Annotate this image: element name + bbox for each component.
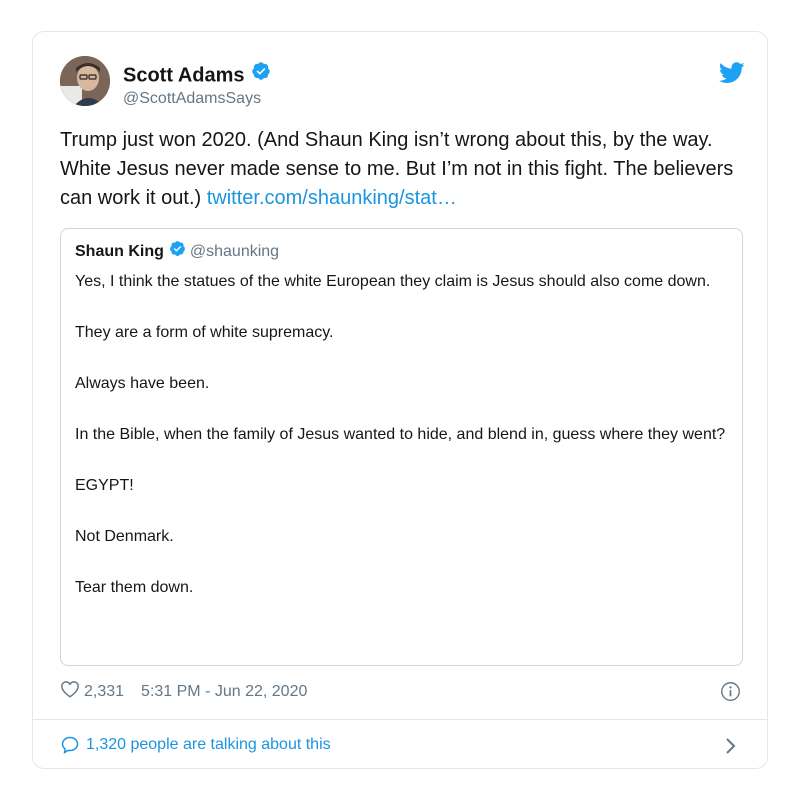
verified-badge-icon xyxy=(251,61,271,87)
quoted-paragraph: They are a form of white supremacy. xyxy=(75,324,334,341)
quoted-paragraph: Always have been. xyxy=(75,375,210,392)
quoted-paragraph: EGYPT! xyxy=(75,477,134,494)
heart-icon[interactable] xyxy=(60,680,80,703)
quoted-paragraph: In the Bible, when the family of Jesus w… xyxy=(75,426,726,443)
quoted-paragraph: Not Denmark. xyxy=(75,528,174,545)
quoted-tweet-header: Shaun King @shaunking xyxy=(75,241,279,263)
quoted-tweet-text: Yes, I think the statues of the white Eu… xyxy=(75,269,730,626)
tweet-timestamp[interactable]: 5:31 PM - Jun 22, 2020 xyxy=(141,683,307,701)
twitter-bird-icon[interactable] xyxy=(718,62,745,89)
divider xyxy=(33,719,767,720)
author-handle[interactable]: @ScottAdamsSays xyxy=(123,90,261,108)
verified-badge-icon xyxy=(169,240,186,262)
chevron-right-icon[interactable] xyxy=(725,737,737,760)
embedded-tweet-card: Scott Adams @ScottAdamsSays Trump just w… xyxy=(32,31,768,769)
quoted-paragraph: Tear them down. xyxy=(75,579,194,596)
avatar-image xyxy=(60,56,110,106)
avatar[interactable] xyxy=(60,56,110,106)
quoted-author-name[interactable]: Shaun King xyxy=(75,243,164,260)
author-name[interactable]: Scott Adams xyxy=(123,64,245,86)
quoted-paragraph: Yes, I think the statues of the white Eu… xyxy=(75,273,711,290)
quoted-tweet[interactable]: Shaun King @shaunking Yes, I think the st… xyxy=(60,228,743,666)
author-name-row[interactable]: Scott Adams xyxy=(123,61,271,89)
quoted-author-handle[interactable]: @shaunking xyxy=(190,243,279,260)
speech-bubble-icon xyxy=(61,736,79,754)
conversation-label[interactable]: 1,320 people are talking about this xyxy=(86,736,331,754)
tweet-text: Trump just won 2020. (And Shaun King isn… xyxy=(60,126,750,213)
quoted-tweet-link[interactable]: twitter.com/shaunking/stat… xyxy=(207,187,457,209)
conversation-link[interactable]: 1,320 people are talking about this xyxy=(60,735,331,755)
like-count[interactable]: 2,331 xyxy=(84,683,124,701)
tweet-meta: 2,331 5:31 PM - Jun 22, 2020 xyxy=(60,680,307,703)
info-icon[interactable] xyxy=(720,681,741,707)
